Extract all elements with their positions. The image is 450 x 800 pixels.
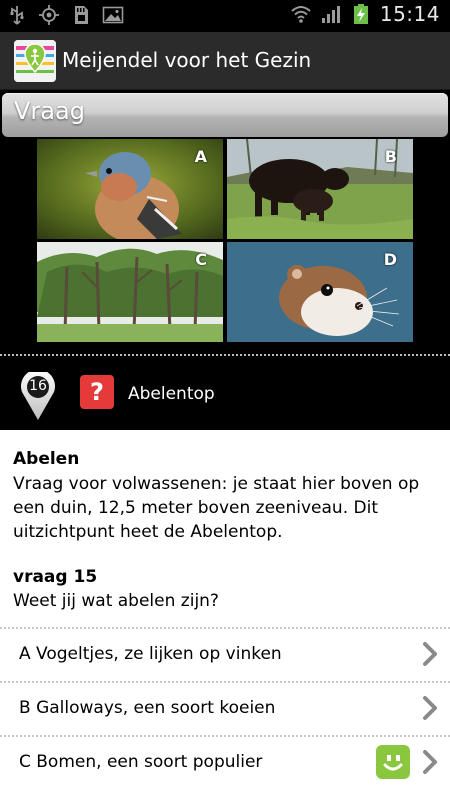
action-bar: Meijendel voor het Gezin	[0, 32, 450, 90]
answer-label: B Galloways, een soort koeien	[19, 698, 276, 718]
location-marker: 16	[16, 369, 60, 422]
signal-icon	[321, 6, 340, 23]
location-name: Abelentop	[128, 384, 215, 404]
answer-option-c[interactable]: C Bomen, een soort populier	[0, 735, 450, 800]
image-option-d[interactable]: D	[227, 242, 413, 342]
status-clock: 15:14	[379, 2, 440, 26]
answer-option-a[interactable]: A Vogeltjes, ze lijken op vinken	[0, 627, 450, 679]
image-letter: A	[194, 147, 207, 166]
question-title: vraag 15	[13, 567, 98, 587]
location-number: 16	[29, 378, 47, 394]
status-bar-notifications	[6, 4, 124, 26]
section-header: Vraag	[0, 91, 450, 139]
app-title: Meijendel voor het Gezin	[62, 48, 312, 72]
app-logo-icon[interactable]	[14, 40, 56, 82]
gps-icon	[39, 5, 59, 25]
image-option-b[interactable]: B	[227, 139, 413, 239]
answer-image-grid: A B C D	[37, 139, 413, 342]
image-option-a[interactable]: A	[37, 139, 223, 239]
sd-card-icon	[75, 6, 88, 24]
intro-text: Vraag voor volwassenen: je staat hier bo…	[13, 474, 420, 542]
battery-charging-icon	[353, 4, 368, 24]
answer-option-b[interactable]: B Galloways, een soort koeien	[0, 681, 450, 733]
image-letter: B	[384, 147, 397, 166]
location-row: 16 ? Abelentop	[0, 358, 450, 430]
image-icon	[102, 6, 124, 24]
chevron-right-icon	[423, 750, 437, 774]
question-content: Abelen Vraag voor volwassenen: je staat …	[0, 430, 450, 800]
usb-icon	[10, 6, 24, 25]
separator	[0, 354, 450, 356]
image-letter: D	[383, 250, 397, 269]
status-bar: 15:14	[0, 0, 450, 32]
intro-title: Abelen	[13, 449, 80, 469]
answer-label: A Vogeltjes, ze lijken op vinken	[19, 644, 282, 664]
question-icon: ?	[80, 375, 114, 409]
smile-icon	[376, 745, 410, 779]
section-title: Vraag	[14, 97, 85, 125]
question-text: Weet jij wat abelen zijn?	[13, 591, 219, 611]
answer-label: C Bomen, een soort populier	[19, 752, 263, 772]
wifi-icon	[291, 6, 311, 23]
status-bar-system: 15:14	[290, 2, 440, 26]
image-letter: C	[195, 250, 207, 269]
chevron-right-icon	[423, 696, 437, 720]
chevron-right-icon	[423, 642, 437, 666]
image-option-c[interactable]: C	[37, 242, 223, 342]
